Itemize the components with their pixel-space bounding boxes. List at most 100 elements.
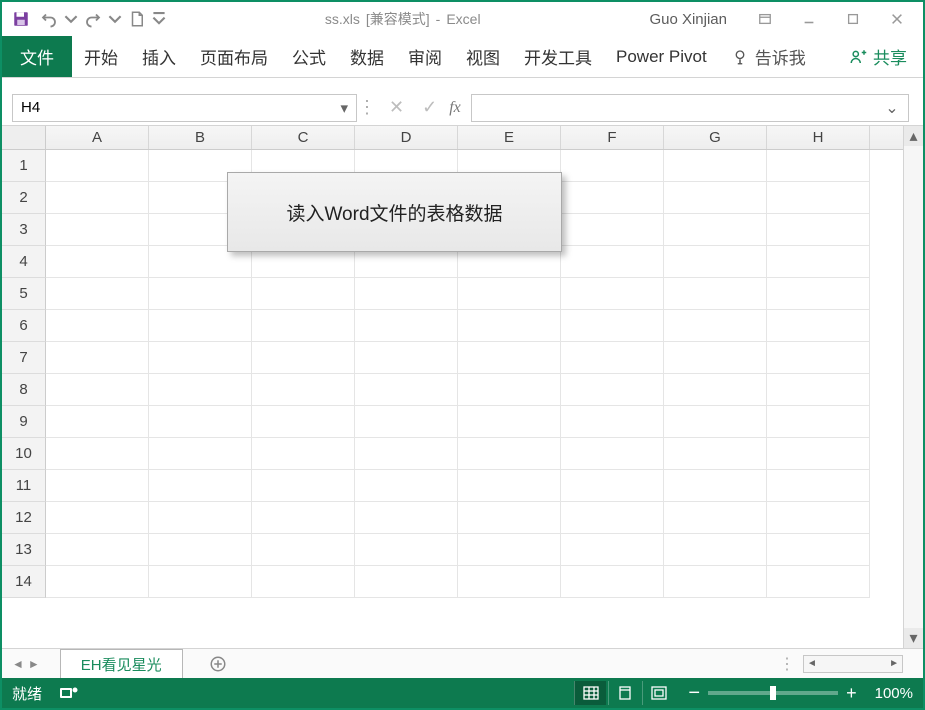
hscroll-left-arrow[interactable]: ◄ — [804, 658, 820, 669]
scroll-up-arrow[interactable]: ▴ — [904, 126, 923, 146]
tab-developer[interactable]: 开发工具 — [512, 36, 604, 77]
col-header[interactable]: C — [252, 126, 355, 149]
cell[interactable] — [149, 342, 252, 374]
cell[interactable] — [355, 470, 458, 502]
cell[interactable] — [561, 374, 664, 406]
cell[interactable] — [46, 182, 149, 214]
cell[interactable] — [149, 566, 252, 598]
cell[interactable] — [252, 406, 355, 438]
cell[interactable] — [664, 566, 767, 598]
cell[interactable] — [252, 470, 355, 502]
cell[interactable] — [561, 246, 664, 278]
formula-expand-button[interactable]: ⌄ — [882, 98, 902, 118]
horizontal-scrollbar[interactable]: ◄ ► — [803, 655, 903, 673]
col-header[interactable]: G — [664, 126, 767, 149]
cell[interactable] — [458, 534, 561, 566]
view-page-break[interactable] — [642, 681, 674, 705]
cell[interactable] — [767, 246, 870, 278]
cell[interactable] — [767, 150, 870, 182]
title-user[interactable]: Guo Xinjian — [639, 11, 737, 28]
cell[interactable] — [355, 278, 458, 310]
formula-input[interactable]: ⌄ — [471, 94, 909, 122]
save-button[interactable] — [8, 6, 34, 32]
row-header[interactable]: 5 — [2, 278, 46, 310]
cell[interactable] — [355, 438, 458, 470]
cell[interactable] — [664, 214, 767, 246]
row-header[interactable]: 12 — [2, 502, 46, 534]
cell[interactable] — [561, 310, 664, 342]
tab-formulas[interactable]: 公式 — [280, 36, 338, 77]
cell[interactable] — [46, 470, 149, 502]
tell-me[interactable]: 告诉我 — [719, 36, 818, 77]
cell[interactable] — [561, 406, 664, 438]
cell[interactable] — [767, 214, 870, 246]
cell[interactable] — [561, 150, 664, 182]
cell[interactable] — [561, 534, 664, 566]
cell[interactable] — [252, 278, 355, 310]
cell[interactable] — [561, 278, 664, 310]
cell[interactable] — [355, 566, 458, 598]
cell[interactable] — [355, 342, 458, 374]
cell[interactable] — [561, 470, 664, 502]
cell[interactable] — [664, 534, 767, 566]
cell[interactable] — [767, 342, 870, 374]
cell[interactable] — [767, 182, 870, 214]
redo-dropdown[interactable] — [108, 6, 122, 32]
cell[interactable] — [46, 150, 149, 182]
view-normal[interactable] — [574, 681, 606, 705]
cell[interactable] — [252, 342, 355, 374]
tab-home[interactable]: 开始 — [72, 36, 130, 77]
zoom-track[interactable] — [708, 691, 838, 695]
cell[interactable] — [46, 438, 149, 470]
cell[interactable] — [149, 502, 252, 534]
row-header[interactable]: 7 — [2, 342, 46, 374]
row-header[interactable]: 13 — [2, 534, 46, 566]
cell[interactable] — [561, 566, 664, 598]
minimize-button[interactable] — [789, 6, 829, 32]
cell[interactable] — [149, 374, 252, 406]
cell[interactable] — [149, 438, 252, 470]
row-header[interactable]: 3 — [2, 214, 46, 246]
sheet-prev-button[interactable]: ◄ — [12, 657, 24, 671]
cell[interactable] — [561, 182, 664, 214]
redo-button[interactable] — [80, 6, 106, 32]
cell[interactable] — [664, 470, 767, 502]
cell[interactable] — [149, 278, 252, 310]
sheet-row-grip[interactable]: ⋮ — [779, 654, 803, 674]
row-header[interactable]: 6 — [2, 310, 46, 342]
cell[interactable] — [458, 566, 561, 598]
cell[interactable] — [458, 502, 561, 534]
cell[interactable] — [664, 182, 767, 214]
enter-formula-button[interactable]: ✓ — [422, 97, 437, 118]
cell[interactable] — [767, 534, 870, 566]
cell[interactable] — [355, 374, 458, 406]
cell[interactable] — [458, 342, 561, 374]
cell[interactable] — [767, 502, 870, 534]
tab-insert[interactable]: 插入 — [130, 36, 188, 77]
cell[interactable] — [767, 278, 870, 310]
cell[interactable] — [664, 406, 767, 438]
tab-file[interactable]: 文件 — [2, 36, 72, 77]
cell[interactable] — [664, 438, 767, 470]
cell[interactable] — [458, 470, 561, 502]
col-header[interactable]: H — [767, 126, 870, 149]
cell[interactable] — [458, 310, 561, 342]
macro-record-icon[interactable] — [60, 686, 78, 700]
cell[interactable] — [664, 310, 767, 342]
scroll-track[interactable] — [904, 146, 923, 628]
name-box[interactable]: H4 ▾ — [12, 94, 357, 122]
undo-dropdown[interactable] — [64, 6, 78, 32]
row-header[interactable]: 11 — [2, 470, 46, 502]
cell[interactable] — [458, 438, 561, 470]
close-button[interactable] — [877, 6, 917, 32]
import-word-table-button[interactable]: 读入Word文件的表格数据 — [227, 172, 562, 252]
tab-power-pivot[interactable]: Power Pivot — [604, 36, 719, 77]
cell[interactable] — [767, 374, 870, 406]
cell[interactable] — [355, 310, 458, 342]
cell[interactable] — [149, 534, 252, 566]
cancel-formula-button[interactable]: ✕ — [389, 97, 404, 118]
col-header[interactable]: E — [458, 126, 561, 149]
cell[interactable] — [149, 470, 252, 502]
cell[interactable] — [767, 406, 870, 438]
cell[interactable] — [664, 150, 767, 182]
